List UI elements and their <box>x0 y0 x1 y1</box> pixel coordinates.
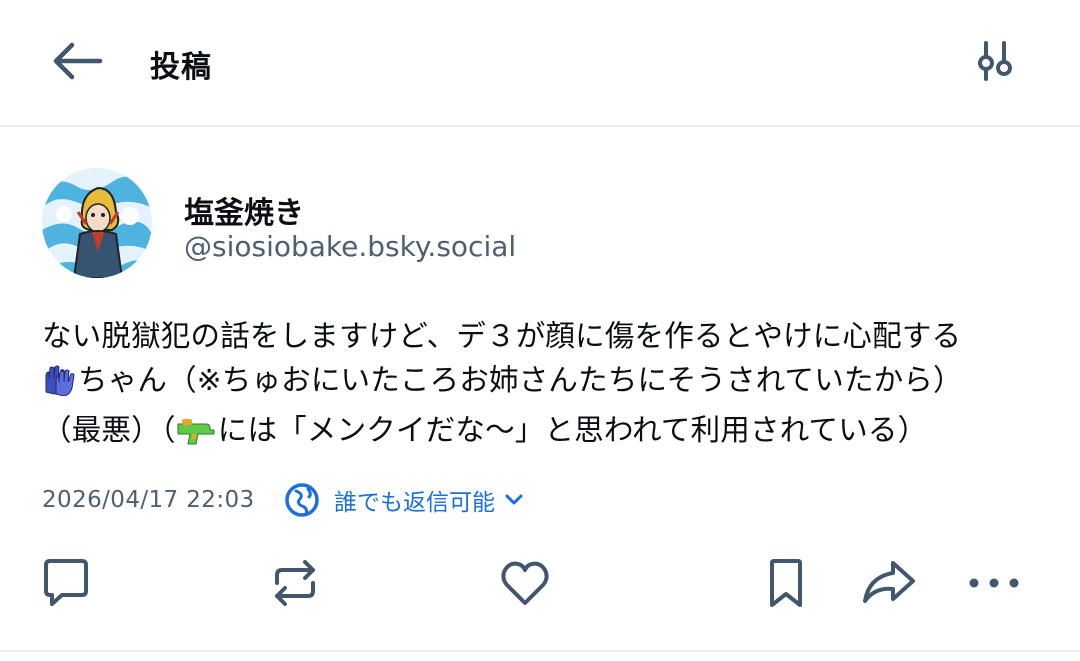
post-timestamp: 2026/04/17 22:03 <box>42 487 255 513</box>
post-text-line-3-rest: には「メンクイだな～」と思われて利用されている） <box>217 413 928 447</box>
gloves-emoji <box>42 364 76 408</box>
reply-icon <box>44 559 88 606</box>
avatar-image <box>42 168 152 278</box>
author-handle[interactable]: @siosiobake.bsky.social <box>184 230 516 263</box>
chevron-down-icon <box>505 494 523 505</box>
post-text-line-3: （最悪）（ には「メンクイだな～」と思われて利用されている） <box>42 408 1042 458</box>
heart-icon <box>501 561 549 605</box>
back-button[interactable] <box>44 36 110 86</box>
post-text-line-3-text: （最悪）（ <box>42 413 176 447</box>
post-actions <box>0 555 1080 615</box>
globe-icon <box>285 483 319 517</box>
post-text: ない脱獄犯の話をしますけど、デ３が顔に傷を作るとやけに心配する ちゃん（※ちゅお… <box>42 314 1042 458</box>
post-meta: 2026/04/17 22:03 誰でも返信可能 <box>42 480 523 520</box>
sliders-icon <box>978 41 1012 81</box>
post-text-line-2: ちゃん（※ちゅおにいたころお姉さんたちにそうされていたから） <box>42 358 1042 408</box>
repost-icon <box>275 560 315 606</box>
repost-button[interactable] <box>267 555 323 611</box>
arrow-left-icon <box>53 42 103 80</box>
more-icon <box>969 578 1019 588</box>
reply-setting-button[interactable]: 誰でも返信可能 <box>284 478 523 522</box>
post-text-line-2-text: ちゃん（※ちゅおにいたころお姉さんたちにそうされていたから） <box>78 363 963 397</box>
like-button[interactable] <box>497 555 553 611</box>
more-button[interactable] <box>966 555 1022 611</box>
top-bar: 投稿 <box>0 0 1080 127</box>
share-button[interactable] <box>861 555 917 611</box>
reply-setting-label: 誰でも返信可能 <box>334 490 495 516</box>
water-gun-emoji <box>176 414 216 458</box>
page-title: 投稿 <box>150 50 212 85</box>
post-text-line-1: ない脱獄犯の話をしますけど、デ３が顔に傷を作るとやけに心配する <box>42 319 962 353</box>
avatar[interactable] <box>42 168 152 278</box>
bookmark-icon <box>770 559 802 607</box>
reply-button[interactable] <box>38 555 94 611</box>
share-icon <box>863 561 915 603</box>
divider <box>0 650 1080 652</box>
bookmark-button[interactable] <box>758 555 814 611</box>
author-display-name[interactable]: 塩釜焼き <box>184 188 304 232</box>
thread-settings-button[interactable] <box>964 36 1026 86</box>
